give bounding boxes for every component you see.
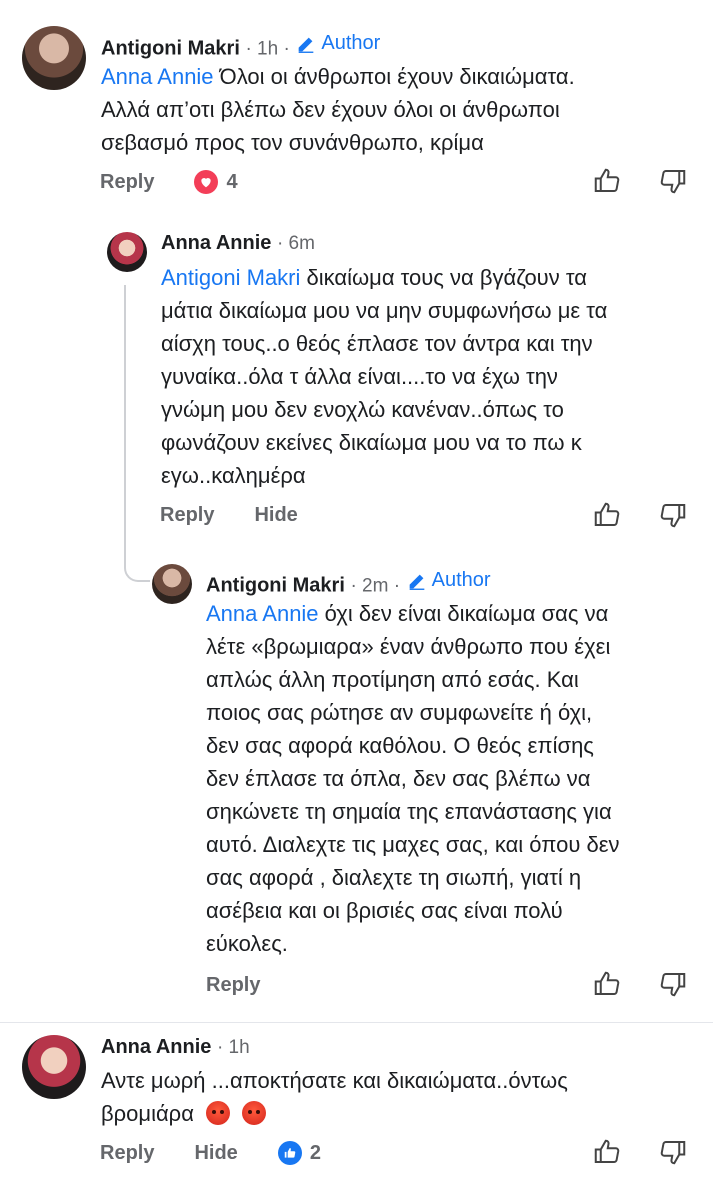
- vote-buttons: [592, 1137, 688, 1167]
- comment-header: Anna Annie · 1h: [101, 1036, 250, 1059]
- thumbs-up-icon[interactable]: [592, 500, 622, 530]
- commenter-name[interactable]: Anna Annie: [101, 1036, 211, 1058]
- avatar-antigoni[interactable]: [152, 564, 192, 604]
- reaction-summary[interactable]: 4: [194, 170, 238, 194]
- thread-line: [124, 285, 126, 561]
- comment-text: Antigoni Makri δικαίωμα τους να βγάζουν …: [161, 265, 608, 488]
- reply-button[interactable]: Reply: [160, 504, 214, 527]
- love-reaction-icon: [194, 170, 219, 194]
- like-reaction-icon: [277, 1141, 302, 1165]
- avatar-antigoni[interactable]: [22, 26, 86, 90]
- comment-header: Antigoni Makri · 1h · Author: [101, 32, 380, 61]
- commenter-name[interactable]: Antigoni Makri: [206, 575, 345, 597]
- thumbs-down-icon[interactable]: [658, 500, 688, 530]
- vote-buttons: [592, 166, 688, 196]
- reply-button[interactable]: Reply: [100, 1142, 154, 1165]
- timestamp[interactable]: · 1h ·: [245, 39, 289, 60]
- thumbs-down-icon[interactable]: [658, 166, 688, 196]
- thumbs-up-icon[interactable]: [592, 166, 622, 196]
- thumbs-up-icon[interactable]: [592, 1137, 622, 1167]
- avatar-anna[interactable]: [22, 1035, 86, 1099]
- angry-face-emoji-icon: [206, 1101, 231, 1125]
- mention-link[interactable]: Anna Annie: [101, 64, 214, 89]
- comment-header: Anna Annie · 6m: [161, 232, 315, 255]
- reply-button[interactable]: Reply: [206, 974, 260, 997]
- author-badge: Author: [295, 32, 380, 55]
- hide-button[interactable]: Hide: [254, 504, 297, 527]
- divider: [0, 1022, 713, 1023]
- comment-text: Αντε μωρή ...αποκτήσατε και δικαιώματα..…: [101, 1068, 568, 1126]
- commenter-name[interactable]: Anna Annie: [161, 232, 271, 254]
- timestamp[interactable]: · 6m: [277, 233, 315, 254]
- reply-button[interactable]: Reply: [100, 171, 154, 194]
- mention-link[interactable]: Antigoni Makri: [161, 265, 300, 290]
- comment-actions: Reply Hide 2: [100, 1141, 321, 1165]
- pencil-icon: [409, 574, 424, 590]
- thumbs-down-icon[interactable]: [658, 1137, 688, 1167]
- comment-actions: Reply: [206, 974, 300, 997]
- comment-header: Antigoni Makri · 2m · Author: [206, 569, 491, 598]
- thumbs-down-icon[interactable]: [658, 969, 688, 999]
- author-badge: Author: [406, 569, 491, 592]
- commenter-name[interactable]: Antigoni Makri: [101, 38, 240, 60]
- comment-actions: Reply Hide: [160, 504, 338, 527]
- vote-buttons: [592, 969, 688, 999]
- thumbs-up-icon[interactable]: [592, 969, 622, 999]
- reaction-count: 4: [226, 170, 238, 193]
- avatar-anna[interactable]: [107, 232, 147, 272]
- angry-face-emoji-icon: [242, 1101, 267, 1125]
- comment-actions: Reply 4: [100, 170, 238, 194]
- thread-connector: [124, 540, 150, 582]
- comment-text: Anna Annie Όλοι οι άνθρωποι έχουν δικαιώ…: [101, 64, 575, 155]
- timestamp[interactable]: · 2m ·: [350, 576, 400, 597]
- pencil-icon: [299, 37, 314, 53]
- reaction-count: 2: [309, 1141, 321, 1164]
- hide-button[interactable]: Hide: [194, 1142, 237, 1165]
- mention-link[interactable]: Anna Annie: [206, 601, 319, 626]
- vote-buttons: [592, 500, 688, 530]
- comment-text: Anna Annie όχι δεν είναι δικαίωμα σας να…: [206, 601, 620, 956]
- timestamp[interactable]: · 1h: [217, 1037, 250, 1058]
- reaction-summary[interactable]: 2: [277, 1141, 321, 1165]
